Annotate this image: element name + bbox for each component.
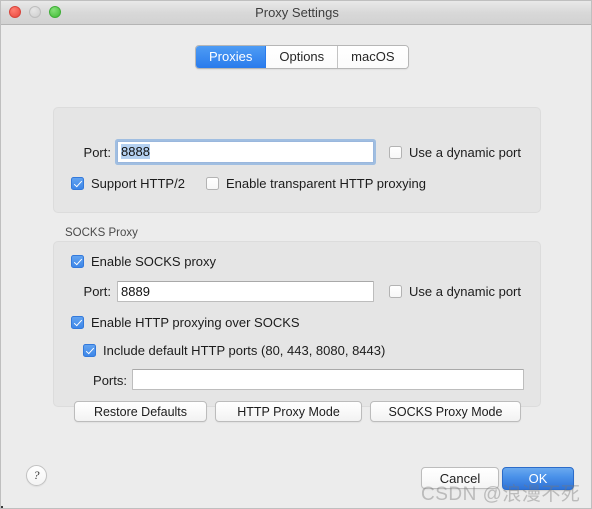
dialog-content: Proxies Options macOS HTTP Proxy Port: 8… [1,25,591,508]
socks-proxy-mode-button[interactable]: SOCKS Proxy Mode [370,401,521,422]
ok-button[interactable]: OK [502,467,574,490]
window-title: Proxy Settings [255,5,339,20]
tab-bar: Proxies Options macOS [195,45,409,69]
socks-proxy-group-label: SOCKS Proxy [65,227,138,239]
checkbox-icon-checked[interactable] [71,316,84,329]
http-port-label: Port: [83,145,111,160]
http-port-input[interactable]: 8888 [117,141,374,163]
http-port-value: 8888 [121,144,150,159]
socks-dynamic-port-checkbox-row[interactable]: Use a dynamic port [389,284,521,299]
http-proxy-mode-button[interactable]: HTTP Proxy Mode [215,401,362,422]
socks-port-input[interactable]: 8889 [117,281,374,302]
corner-artifact [1,506,3,508]
transparent-proxying-label: Enable transparent HTTP proxying [226,176,426,191]
tab-proxies[interactable]: Proxies [196,46,267,68]
socks-dynamic-port-label: Use a dynamic port [409,284,521,299]
http-dynamic-port-label: Use a dynamic port [409,145,521,160]
checkbox-icon-unchecked[interactable] [389,146,402,159]
support-http2-checkbox-row[interactable]: Support HTTP/2 [71,176,185,191]
http-dynamic-port-checkbox-row[interactable]: Use a dynamic port [389,145,521,160]
window-titlebar: Proxy Settings [1,1,591,25]
proxy-settings-window: Proxy Settings Proxies Options macOS HTT… [0,0,592,509]
cancel-button[interactable]: Cancel [421,467,499,489]
help-button[interactable]: ? [26,465,47,486]
enable-socks-label: Enable SOCKS proxy [91,254,217,269]
checkbox-icon-unchecked[interactable] [206,177,219,190]
checkbox-icon-unchecked[interactable] [389,285,402,298]
socks-ports-input[interactable] [132,369,524,390]
include-default-ports-label: Include default HTTP ports (80, 443, 808… [103,343,386,358]
socks-port-value: 8889 [121,284,150,299]
support-http2-label: Support HTTP/2 [91,176,185,191]
enable-socks-checkbox-row[interactable]: Enable SOCKS proxy [71,254,216,269]
http-over-socks-checkbox-row[interactable]: Enable HTTP proxying over SOCKS [71,315,300,330]
socks-ports-label: Ports: [93,373,127,388]
include-default-ports-checkbox-row[interactable]: Include default HTTP ports (80, 443, 808… [83,343,385,358]
restore-defaults-button[interactable]: Restore Defaults [74,401,207,422]
transparent-proxying-checkbox-row[interactable]: Enable transparent HTTP proxying [206,176,426,191]
socks-port-label: Port: [83,284,111,299]
http-over-socks-label: Enable HTTP proxying over SOCKS [91,315,300,330]
tab-options[interactable]: Options [266,46,339,68]
checkbox-icon-checked[interactable] [71,177,84,190]
checkbox-icon-checked[interactable] [83,344,96,357]
tab-macos[interactable]: macOS [338,46,408,68]
checkbox-icon-checked[interactable] [71,255,84,268]
